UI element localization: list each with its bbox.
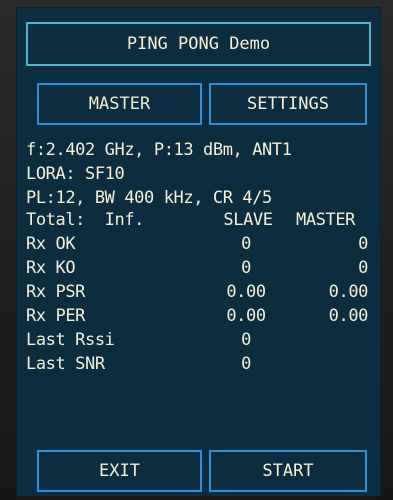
start-button[interactable]: START xyxy=(209,450,367,492)
title-frame: PING PONG Demo xyxy=(26,22,371,66)
master-column-header: MASTER xyxy=(296,210,356,230)
slave-value: 0 xyxy=(241,258,251,278)
total-label: Total: Inf. xyxy=(26,210,145,230)
stat-label: Rx PSR xyxy=(26,282,86,302)
master-button[interactable]: MASTER xyxy=(37,83,202,125)
exit-button[interactable]: EXIT xyxy=(37,450,202,492)
slave-column-header: SLAVE xyxy=(223,210,273,230)
stat-label: Last Rssi xyxy=(26,330,115,350)
stat-label: Last SNR xyxy=(26,354,105,374)
stat-label: Rx OK xyxy=(26,234,76,254)
lcd-screen: PING PONG Demo MASTER SETTINGS f:2.402 G… xyxy=(16,7,381,497)
frequency-power-antenna: f:2.402 GHz, P:13 dBm, ANT1 xyxy=(26,140,292,160)
stats-row-rx-psr: Rx PSR 0.00 0.00 xyxy=(26,282,371,306)
stats-row-rx-ok: Rx OK 0 0 xyxy=(26,234,371,258)
packet-bandwidth-coding-line: PL:12, BW 400 kHz, CR 4/5 xyxy=(26,188,272,208)
settings-button[interactable]: SETTINGS xyxy=(209,83,367,125)
stats-row-rx-ko: Rx KO 0 0 xyxy=(26,258,371,282)
modulation-line: LORA: SF10 xyxy=(26,164,125,184)
master-value: 0.00 xyxy=(328,282,369,302)
stats-row-rx-per: Rx PER 0.00 0.00 xyxy=(26,306,371,330)
slave-value: 0 xyxy=(241,234,251,254)
page-title: PING PONG Demo xyxy=(126,34,271,54)
stats-row-last-rssi: Last Rssi 0 xyxy=(26,330,371,354)
slave-value: 0 xyxy=(241,330,251,350)
stats-row-last-snr: Last SNR 0 xyxy=(26,354,371,378)
stat-label: Rx PER xyxy=(26,306,86,326)
slave-value: 0.00 xyxy=(226,306,266,326)
slave-value: 0.00 xyxy=(226,282,266,302)
master-value: 0 xyxy=(358,258,368,278)
stat-label: Rx KO xyxy=(26,258,76,278)
stats-header: Total: Inf. SLAVE MASTER xyxy=(26,210,371,234)
master-value: 0.00 xyxy=(328,306,369,326)
master-value: 0 xyxy=(358,234,368,254)
slave-value: 0 xyxy=(241,354,251,374)
